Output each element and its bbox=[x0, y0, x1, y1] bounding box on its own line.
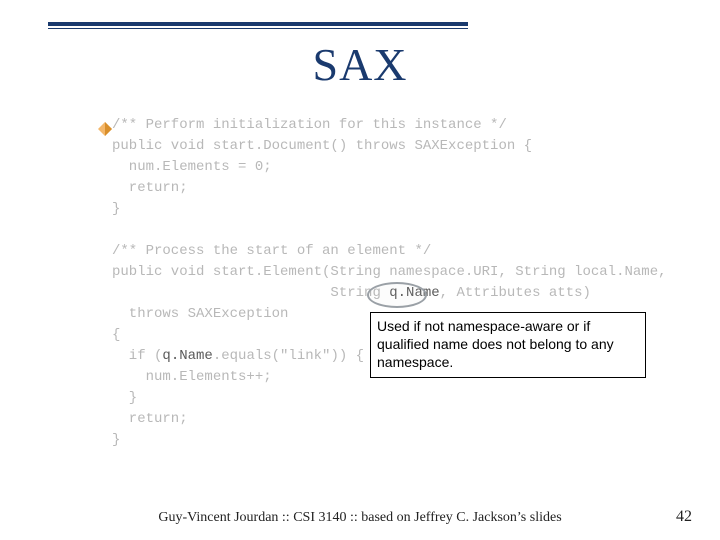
code-line: } bbox=[112, 432, 120, 448]
code-line: return; bbox=[112, 411, 188, 427]
slide-title: SAX bbox=[0, 38, 720, 91]
code-line: throws SAXException bbox=[112, 306, 288, 322]
code-frag: .equals("link")) { bbox=[213, 348, 364, 364]
code-frag: if ( bbox=[112, 348, 162, 364]
code-line: public void start.Document() throws SAXE… bbox=[112, 138, 532, 154]
code-line: num.Elements++; bbox=[112, 369, 272, 385]
code-line: /** Process the start of an element */ bbox=[112, 243, 431, 259]
code-line: public void start.Element(String namespa… bbox=[112, 264, 667, 280]
code-block: /** Perform initialization for this inst… bbox=[112, 115, 667, 451]
code-tail: , Attributes atts) bbox=[440, 285, 591, 301]
code-line: { bbox=[112, 327, 120, 343]
highlight-qname: q.Name bbox=[389, 285, 439, 301]
code-line: } bbox=[112, 390, 137, 406]
code-line: if (q.Name.equals("link")) { bbox=[112, 348, 364, 364]
title-rule-thick bbox=[48, 22, 468, 26]
code-line: num.Elements = 0; bbox=[112, 159, 272, 175]
footer-text: Guy-Vincent Jourdan :: CSI 3140 :: based… bbox=[0, 510, 720, 526]
title-rule-thin bbox=[48, 28, 468, 29]
highlight-qname-use: q.Name bbox=[162, 348, 212, 364]
code-line: String q.Name, Attributes atts) bbox=[112, 285, 591, 301]
code-indent: String bbox=[112, 285, 389, 301]
code-line: } bbox=[112, 201, 120, 217]
bullet-icon bbox=[98, 122, 112, 136]
code-line: return; bbox=[112, 180, 188, 196]
callout-text: Used if not namespace-aware or if qualif… bbox=[370, 312, 646, 378]
code-line: /** Perform initialization for this inst… bbox=[112, 117, 507, 133]
page-number: 42 bbox=[676, 508, 692, 526]
